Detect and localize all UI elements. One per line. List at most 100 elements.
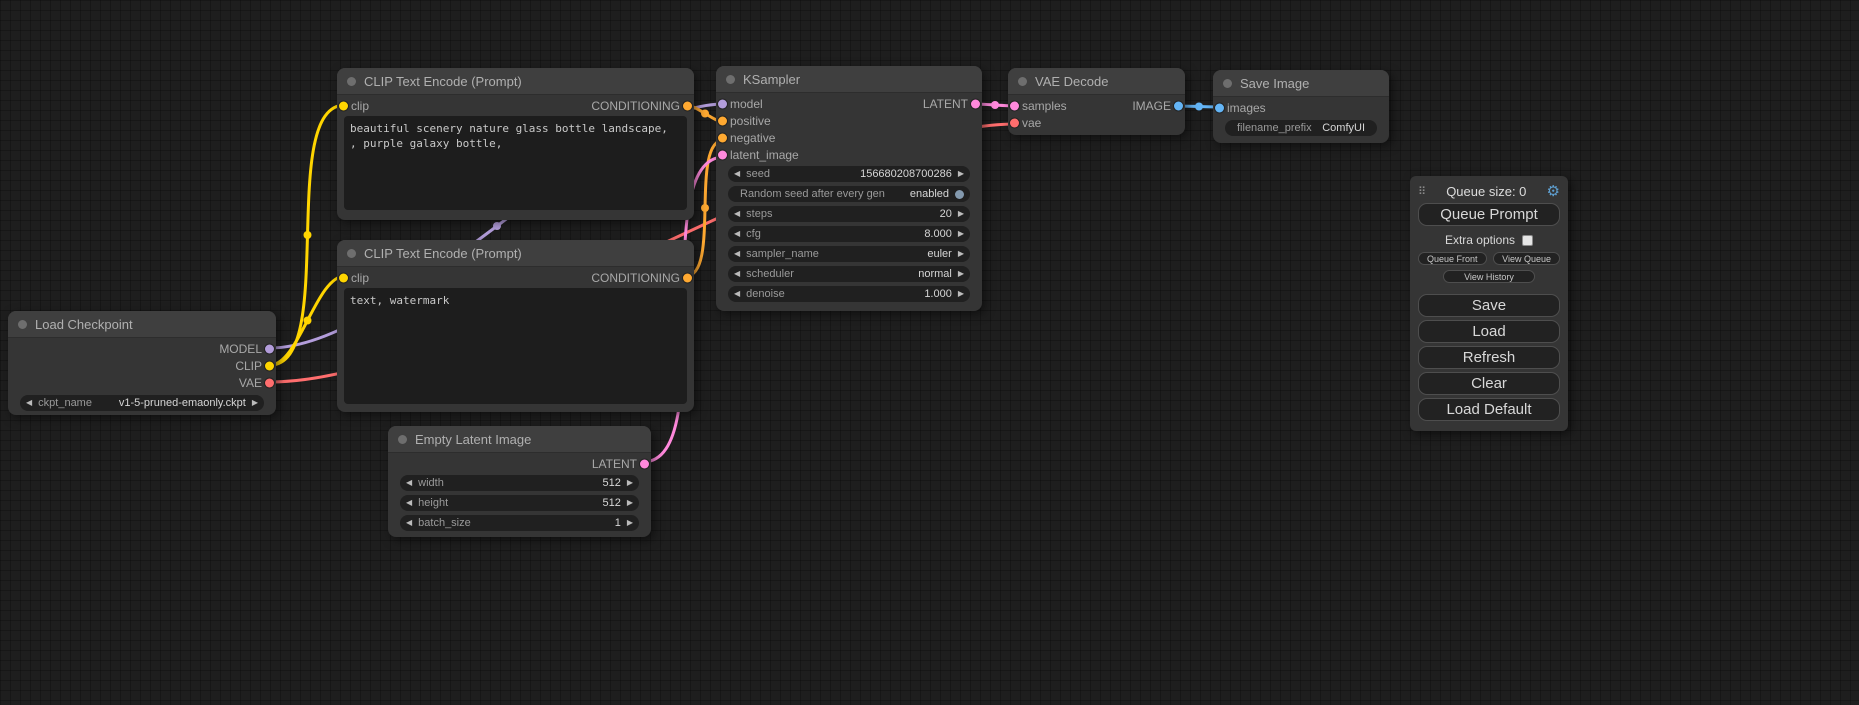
node-collapse-dot[interactable] — [347, 77, 356, 86]
decrement-arrow-icon[interactable]: ◀ — [406, 479, 412, 487]
queue-front-button[interactable]: Queue Front — [1418, 252, 1487, 265]
load-button[interactable]: Load — [1418, 320, 1560, 343]
widget-steps[interactable]: ◀ steps 20 ▶ — [728, 206, 970, 222]
output-port-vae[interactable] — [265, 378, 274, 387]
decrement-arrow-icon[interactable]: ◀ — [406, 519, 412, 527]
wire-midpoint-dot[interactable] — [701, 204, 709, 212]
widget-filename-prefix[interactable]: filename_prefix ComfyUI — [1225, 120, 1377, 136]
node-collapse-dot[interactable] — [347, 249, 356, 258]
slot-row: clip CONDITIONING — [337, 97, 694, 114]
node-save-image[interactable]: Save Image images filename_prefix ComfyU… — [1213, 70, 1389, 143]
widget-batch-size[interactable]: ◀ batch_size 1 ▶ — [400, 515, 639, 531]
load-default-button[interactable]: Load Default — [1418, 398, 1560, 421]
input-port-negative[interactable] — [718, 133, 727, 142]
widget-seed[interactable]: ◀ seed 156680208700286 ▶ — [728, 166, 970, 182]
widget-denoise[interactable]: ◀ denoise 1.000 ▶ — [728, 286, 970, 302]
input-port-vae[interactable] — [1010, 118, 1019, 127]
output-port-latent[interactable] — [971, 99, 980, 108]
node-title: CLIP Text Encode (Prompt) — [364, 246, 522, 261]
input-port-positive[interactable] — [718, 116, 727, 125]
increment-arrow-icon[interactable]: ▶ — [958, 170, 964, 178]
node-header[interactable]: VAE Decode — [1008, 68, 1185, 95]
decrement-arrow-icon[interactable]: ◀ — [734, 290, 740, 298]
input-port-clip[interactable] — [339, 101, 348, 110]
node-header[interactable]: Save Image — [1213, 70, 1389, 97]
widget-label: height — [418, 497, 448, 509]
increment-arrow-icon[interactable]: ▶ — [958, 250, 964, 258]
increment-arrow-icon[interactable]: ▶ — [627, 499, 633, 507]
node-empty-latent-image[interactable]: Empty Latent Image LATENT ◀ width 512 ▶ … — [388, 426, 651, 537]
widget-cfg[interactable]: ◀ cfg 8.000 ▶ — [728, 226, 970, 242]
node-collapse-dot[interactable] — [1018, 77, 1027, 86]
view-history-button[interactable]: View History — [1443, 270, 1535, 283]
increment-arrow-icon[interactable]: ▶ — [627, 479, 633, 487]
node-collapse-dot[interactable] — [1223, 79, 1232, 88]
settings-gear-icon[interactable]: ⚙ — [1547, 184, 1560, 199]
refresh-button[interactable]: Refresh — [1418, 346, 1560, 369]
input-port-clip[interactable] — [339, 273, 348, 282]
input-port-latent-image[interactable] — [718, 150, 727, 159]
increment-arrow-icon[interactable]: ▶ — [958, 290, 964, 298]
wire-midpoint-dot[interactable] — [701, 110, 709, 118]
queue-prompt-button[interactable]: Queue Prompt — [1418, 203, 1560, 226]
widget-label: filename_prefix — [1237, 122, 1312, 134]
output-port-conditioning[interactable] — [683, 273, 692, 282]
increment-arrow-icon[interactable]: ▶ — [252, 399, 258, 407]
node-collapse-dot[interactable] — [726, 75, 735, 84]
input-port-model[interactable] — [718, 99, 727, 108]
node-title: KSampler — [743, 72, 800, 87]
widget-sampler-name[interactable]: ◀ sampler_name euler ▶ — [728, 246, 970, 262]
view-queue-button[interactable]: View Queue — [1493, 252, 1560, 265]
widget-width[interactable]: ◀ width 512 ▶ — [400, 475, 639, 491]
decrement-arrow-icon[interactable]: ◀ — [734, 230, 740, 238]
node-collapse-dot[interactable] — [18, 320, 27, 329]
node-header[interactable]: CLIP Text Encode (Prompt) — [337, 240, 694, 267]
decrement-arrow-icon[interactable]: ◀ — [734, 270, 740, 278]
output-port-model[interactable] — [265, 344, 274, 353]
wire-midpoint-dot[interactable] — [493, 222, 501, 230]
prompt-textarea[interactable]: beautiful scenery nature glass bottle la… — [344, 116, 687, 210]
widget-scheduler[interactable]: ◀ scheduler normal ▶ — [728, 266, 970, 282]
output-port-latent[interactable] — [640, 459, 649, 468]
increment-arrow-icon[interactable]: ▶ — [627, 519, 633, 527]
node-clip-text-encode-negative[interactable]: CLIP Text Encode (Prompt) clip CONDITION… — [337, 240, 694, 412]
output-label: VAE — [239, 376, 262, 390]
wire-midpoint-dot[interactable] — [991, 101, 999, 109]
save-button[interactable]: Save — [1418, 294, 1560, 317]
decrement-arrow-icon[interactable]: ◀ — [734, 210, 740, 218]
output-label: CONDITIONING — [591, 271, 680, 285]
node-clip-text-encode-positive[interactable]: CLIP Text Encode (Prompt) clip CONDITION… — [337, 68, 694, 220]
node-vae-decode[interactable]: VAE Decode samples IMAGE vae — [1008, 68, 1185, 135]
node-header[interactable]: KSampler — [716, 66, 982, 93]
widget-random-seed-toggle[interactable]: Random seed after every gen enabled — [728, 186, 970, 202]
clear-button[interactable]: Clear — [1418, 372, 1560, 395]
node-header[interactable]: CLIP Text Encode (Prompt) — [337, 68, 694, 95]
input-port-samples[interactable] — [1010, 101, 1019, 110]
output-port-clip[interactable] — [265, 361, 274, 370]
graph-canvas[interactable]: Load Checkpoint MODEL CLIP VAE ◀ ckpt_na… — [0, 0, 1859, 705]
wire-midpoint-dot[interactable] — [304, 317, 312, 325]
input-label: positive — [730, 114, 771, 128]
output-port-image[interactable] — [1174, 101, 1183, 110]
widget-height[interactable]: ◀ height 512 ▶ — [400, 495, 639, 511]
output-port-conditioning[interactable] — [683, 101, 692, 110]
node-header[interactable]: Load Checkpoint — [8, 311, 276, 338]
decrement-arrow-icon[interactable]: ◀ — [406, 499, 412, 507]
node-collapse-dot[interactable] — [398, 435, 407, 444]
wire-midpoint-dot[interactable] — [1195, 103, 1203, 111]
decrement-arrow-icon[interactable]: ◀ — [734, 170, 740, 178]
input-port-images[interactable] — [1215, 103, 1224, 112]
node-header[interactable]: Empty Latent Image — [388, 426, 651, 453]
prompt-textarea[interactable]: text, watermark — [344, 288, 687, 404]
increment-arrow-icon[interactable]: ▶ — [958, 210, 964, 218]
decrement-arrow-icon[interactable]: ◀ — [734, 250, 740, 258]
increment-arrow-icon[interactable]: ▶ — [958, 230, 964, 238]
decrement-arrow-icon[interactable]: ◀ — [26, 399, 32, 407]
drag-handle-icon[interactable]: ⠿ — [1418, 185, 1426, 198]
node-load-checkpoint[interactable]: Load Checkpoint MODEL CLIP VAE ◀ ckpt_na… — [8, 311, 276, 415]
widget-ckpt-name[interactable]: ◀ ckpt_name v1-5-pruned-emaonly.ckpt ▶ — [20, 395, 264, 411]
increment-arrow-icon[interactable]: ▶ — [958, 270, 964, 278]
extra-options-checkbox[interactable] — [1522, 235, 1533, 246]
wire-midpoint-dot[interactable] — [304, 231, 312, 239]
node-ksampler[interactable]: KSampler model LATENT positive negative … — [716, 66, 982, 311]
